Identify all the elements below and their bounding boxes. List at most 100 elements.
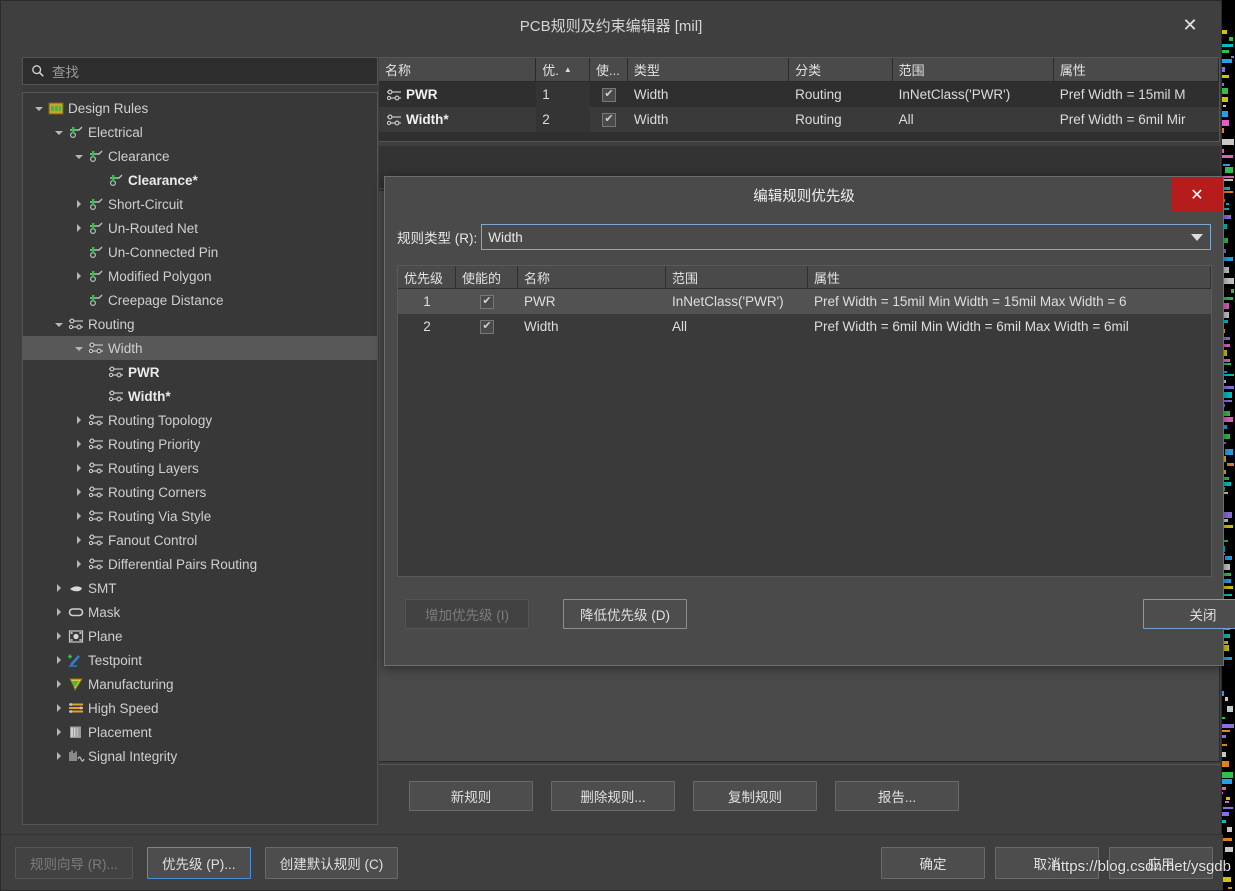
twisty-collapsed-icon[interactable] — [51, 632, 67, 640]
duplicate-rule-button[interactable]: 复制规则 — [693, 780, 817, 811]
tree-item-routing-priority[interactable]: Routing Priority — [23, 432, 377, 456]
apply-button[interactable]: 应用 — [1109, 846, 1213, 879]
tree-item-mask[interactable]: Mask — [23, 600, 377, 624]
pcb-trace — [1229, 37, 1233, 41]
twisty-collapsed-icon[interactable] — [51, 608, 67, 616]
checkbox-checked-icon[interactable]: ✔ — [601, 87, 616, 102]
chevron-down-icon[interactable] — [1191, 233, 1203, 241]
twisty-expanded-icon[interactable] — [71, 345, 87, 351]
twisty-collapsed-icon[interactable] — [71, 272, 87, 280]
twisty-expanded-icon[interactable] — [51, 129, 67, 135]
tree-item-smt[interactable]: SMT — [23, 576, 377, 600]
twisty-collapsed-icon[interactable] — [71, 512, 87, 520]
tree-item-short-circuit[interactable]: Short-Circuit — [23, 192, 377, 216]
priorities-column-header[interactable]: 优先级 — [398, 266, 456, 288]
cell-text: Width — [524, 319, 559, 334]
cell-text: Pref Width = 6mil Mir — [1059, 112, 1186, 127]
table-row[interactable]: Width* 2 ✔ Width Routing All Pref Width = 6mil… — [379, 107, 1219, 132]
twisty-collapsed-icon[interactable] — [51, 752, 67, 760]
tree-item-pwr[interactable]: PWR — [23, 360, 377, 384]
create-default-rules-button[interactable]: 创建默认规则 (C) — [264, 846, 399, 879]
rules-column-header[interactable]: 优. ▲ — [536, 58, 591, 81]
tree-item-testpoint[interactable]: Testpoint — [23, 648, 377, 672]
table-row[interactable]: PWR 1 ✔ Width Routing InNetClass('PWR') Pref W… — [379, 82, 1219, 107]
delete-rule-button[interactable]: 删除规则... — [551, 780, 675, 811]
priorities-button[interactable]: 优先级 (P)... — [146, 846, 251, 879]
rule-type-select[interactable]: Width — [481, 224, 1211, 250]
twisty-expanded-icon[interactable] — [71, 153, 87, 159]
tree-item-routing-topology[interactable]: Routing Topology — [23, 408, 377, 432]
tree-item-un-routed-net[interactable]: Un-Routed Net — [23, 216, 377, 240]
priorities-column-header[interactable]: 名称 — [518, 266, 666, 288]
tree-item-signal-integrity[interactable]: Signal Integrity — [23, 744, 377, 768]
priorities-column-header[interactable]: 范围 — [666, 266, 808, 288]
tree-item-un-connected-pin[interactable]: Un-Connected Pin — [23, 240, 377, 264]
new-rule-button[interactable]: 新规则 — [409, 780, 533, 811]
tree-item-routing-corners[interactable]: Routing Corners — [23, 480, 377, 504]
tree-item-differential-pairs-routing[interactable]: Differential Pairs Routing — [23, 552, 377, 576]
tree-item-label: Routing Corners — [108, 484, 207, 500]
twisty-collapsed-icon[interactable] — [71, 224, 87, 232]
rules-column-header[interactable]: 分类 — [789, 58, 893, 81]
tree-item-placement[interactable]: Placement — [23, 720, 377, 744]
twisty-collapsed-icon[interactable] — [51, 584, 67, 592]
twisty-expanded-icon[interactable] — [51, 321, 67, 327]
close-icon[interactable]: ✕ — [1177, 13, 1203, 37]
dialog-title: 编辑规则优先级 — [753, 188, 855, 205]
rules-column-header[interactable]: 类型 — [628, 58, 790, 81]
tree-item-width[interactable]: Width* — [23, 384, 377, 408]
twisty-collapsed-icon[interactable] — [71, 488, 87, 496]
cell-text: Pref Width = 15mil Min Width = 15mil Max… — [814, 294, 1127, 309]
tree-item-width[interactable]: Width — [23, 336, 377, 360]
priorities-column-header[interactable]: 使能的 — [456, 266, 518, 288]
tree-item-routing-via-style[interactable]: Routing Via Style — [23, 504, 377, 528]
table-row[interactable]: 2 ✔ Width All Pref Width = 6mil Min Width = … — [398, 314, 1211, 339]
twisty-collapsed-icon[interactable] — [71, 440, 87, 448]
pcb-trace — [1225, 801, 1229, 803]
twisty-collapsed-icon[interactable] — [71, 560, 87, 568]
tree-item-modified-polygon[interactable]: Modified Polygon — [23, 264, 377, 288]
twisty-collapsed-icon[interactable] — [51, 704, 67, 712]
twisty-collapsed-icon[interactable] — [71, 416, 87, 424]
tree-item-high-speed[interactable]: High Speed — [23, 696, 377, 720]
priorities-table[interactable]: 优先级 使能的 名称 范围 属性 1 ✔ PWR InNetClass('PWR') Pref … — [397, 265, 1212, 577]
tree-item-plane[interactable]: Plane — [23, 624, 377, 648]
ok-button[interactable]: 确定 — [881, 846, 985, 879]
checkbox-checked-icon[interactable]: ✔ — [480, 294, 494, 309]
rules-table[interactable]: 名称 优. ▲ 使... 类型 分类 范围 属性 PWR 1 ✔ Width Routing InNet… — [379, 57, 1220, 142]
twisty-collapsed-icon[interactable] — [51, 680, 67, 688]
tree-item-creepage-distance[interactable]: Creepage Distance — [23, 288, 377, 312]
tree-item-clearance[interactable]: Clearance — [23, 144, 377, 168]
tree-item-electrical[interactable]: Electrical — [23, 120, 377, 144]
tree-item-manufacturing[interactable]: Manufacturing — [23, 672, 377, 696]
rules-table-body[interactable]: PWR 1 ✔ Width Routing InNetClass('PWR') Pref W… — [379, 82, 1219, 132]
checkbox-checked-icon[interactable]: ✔ — [480, 319, 494, 334]
twisty-collapsed-icon[interactable] — [71, 536, 87, 544]
modal-close-button[interactable]: 关闭 — [1143, 599, 1235, 629]
priorities-table-body[interactable]: 1 ✔ PWR InNetClass('PWR') Pref Width = 15mil… — [398, 289, 1211, 339]
decrease-priority-button[interactable]: 降低优先级 (D) — [563, 599, 687, 629]
twisty-collapsed-icon[interactable] — [71, 464, 87, 472]
report-button[interactable]: 报告... — [835, 780, 959, 811]
design-rules-tree[interactable]: Design Rules Electrical Clearance Clearance… — [22, 92, 378, 825]
rules-column-header[interactable]: 范围 — [893, 58, 1054, 81]
tree-item-fanout-control[interactable]: Fanout Control — [23, 528, 377, 552]
twisty-collapsed-icon[interactable] — [71, 200, 87, 208]
twisty-expanded-icon[interactable] — [31, 105, 47, 111]
rules-column-header[interactable]: 属性 — [1054, 58, 1219, 81]
tree-item-routing[interactable]: Routing — [23, 312, 377, 336]
close-icon[interactable]: ✕ — [1171, 177, 1223, 212]
twisty-collapsed-icon[interactable] — [51, 656, 67, 664]
tree-item-design-rules[interactable]: Design Rules — [23, 96, 377, 120]
table-row[interactable]: 1 ✔ PWR InNetClass('PWR') Pref Width = 15mil… — [398, 289, 1211, 314]
rules-column-header[interactable]: 名称 — [379, 58, 537, 81]
tree-item-routing-layers[interactable]: Routing Layers — [23, 456, 377, 480]
rules-column-header[interactable]: 使... — [590, 58, 628, 81]
cancel-button[interactable]: 取消 — [995, 846, 1099, 879]
search-input[interactable]: 查找 — [22, 57, 378, 85]
twisty-collapsed-icon[interactable] — [51, 728, 67, 736]
priorities-column-header[interactable]: 属性 — [808, 266, 1211, 288]
checkbox-checked-icon[interactable]: ✔ — [601, 112, 616, 127]
pcb-trace — [1225, 847, 1233, 852]
tree-item-clearance[interactable]: Clearance* — [23, 168, 377, 192]
